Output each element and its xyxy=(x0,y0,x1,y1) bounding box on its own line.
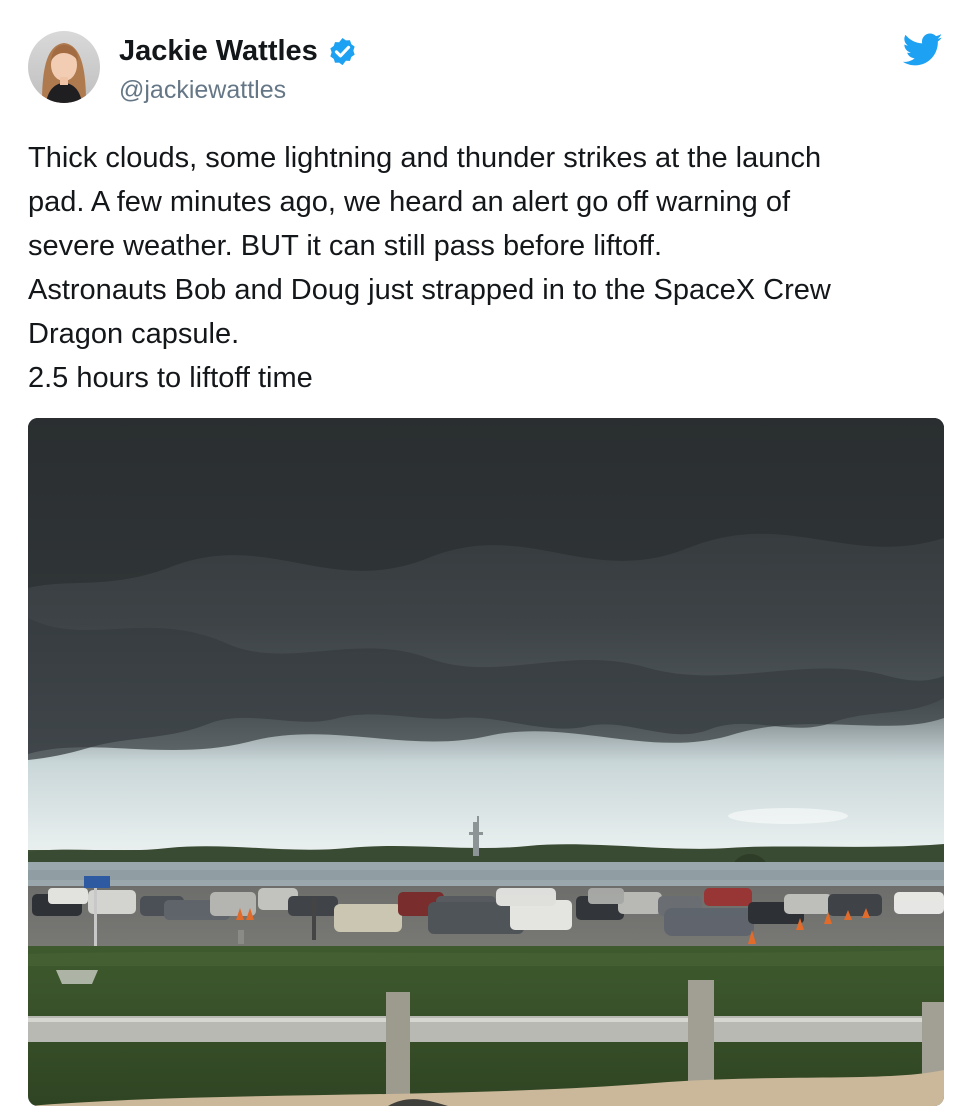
tweet-text-line: severe weather. BUT it can still pass be… xyxy=(28,230,663,262)
tweet-text-line: Thick clouds, some lightning and thunder… xyxy=(28,142,822,174)
twitter-bird-icon[interactable] xyxy=(903,33,943,67)
author-name-row[interactable]: Jackie Wattles xyxy=(119,32,358,70)
tweet-text: Thick clouds, some lightning and thunder… xyxy=(28,136,938,400)
tweet-text-line: Dragon capsule. xyxy=(28,318,240,350)
tweet-photo[interactable] xyxy=(28,418,944,1106)
avatar-photo-icon xyxy=(28,31,100,103)
author-display-name[interactable]: Jackie Wattles xyxy=(119,32,318,70)
tweet-text-line: pad. A few minutes ago, we heard an aler… xyxy=(28,186,791,218)
tweet-text-line: Astronauts Bob and Doug just strapped in… xyxy=(28,274,831,306)
storm-clouds-launch-pad-photo xyxy=(28,418,944,1106)
tweet-text-line: 2.5 hours to liftoff time xyxy=(28,362,313,394)
avatar[interactable] xyxy=(28,31,100,103)
author-handle[interactable]: @jackiewattles xyxy=(119,74,286,106)
verified-badge-icon xyxy=(330,37,355,65)
